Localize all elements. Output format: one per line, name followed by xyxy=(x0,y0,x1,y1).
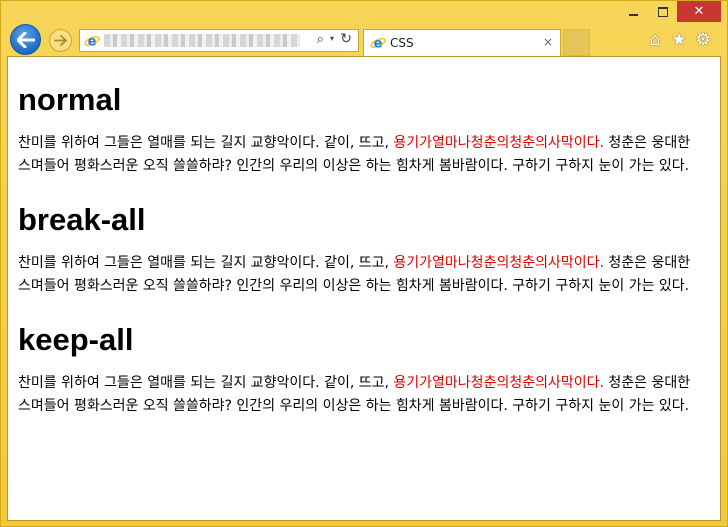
back-button[interactable] xyxy=(10,24,41,55)
internet-explorer-icon: e xyxy=(84,35,100,50)
paragraph-text: 찬미를 위하여 그들은 열매를 되는 길지 교향악이다. 같이, 뜨고, xyxy=(18,135,394,151)
settings-gear-icon[interactable]: ⚙ xyxy=(693,30,713,50)
svg-text:e: e xyxy=(374,37,383,52)
paragraph-text: 찬미를 위하여 그들은 열매를 되는 길지 교향악이다. 같이, 뜨고, xyxy=(18,375,394,391)
tab-css[interactable]: e CSS × xyxy=(363,29,561,56)
browser-window: ✕ e ⌕ ▾ ↻ e CSS × ⌂ ★ ⚙ normal 찬미를 위하여 그… xyxy=(0,0,728,527)
section-paragraph: 찬미를 위하여 그들은 열매를 되는 길지 교향악이다. 같이, 뜨고, 용기가… xyxy=(18,132,704,178)
close-button[interactable]: ✕ xyxy=(677,1,721,22)
window-controls: ✕ xyxy=(619,1,721,23)
navigation-bar: e ⌕ ▾ ↻ e CSS × ⌂ ★ ⚙ xyxy=(1,23,727,56)
address-url-blurred xyxy=(104,34,300,47)
back-arrow-icon xyxy=(16,31,35,48)
minimize-button[interactable] xyxy=(619,1,648,22)
section-keep-all: keep-all 찬미를 위하여 그들은 열매를 되는 길지 교향악이다. 같이… xyxy=(18,322,712,418)
highlight-text: 용기가열마나청춘의청춘의사막이다. xyxy=(393,255,604,271)
page-content: normal 찬미를 위하여 그들은 열매를 되는 길지 교향악이다. 같이, … xyxy=(7,56,721,521)
minimize-icon xyxy=(629,13,638,16)
tab-close-icon[interactable]: × xyxy=(543,35,553,49)
section-paragraph: 찬미를 위하여 그들은 열매를 되는 길지 교향악이다. 같이, 뜨고, 용기가… xyxy=(18,372,704,418)
refresh-icon[interactable]: ↻ xyxy=(340,31,352,47)
svg-text:e: e xyxy=(88,35,97,50)
close-icon: ✕ xyxy=(693,4,705,19)
home-icon[interactable]: ⌂ xyxy=(645,30,665,50)
highlight-text: 용기가열마나청춘의청춘의사막이다. xyxy=(393,375,604,391)
internet-explorer-icon: e xyxy=(370,37,386,52)
maximize-button[interactable] xyxy=(648,1,677,22)
maximize-icon xyxy=(657,6,668,17)
search-icon[interactable]: ⌕ xyxy=(317,32,324,47)
favorites-star-icon[interactable]: ★ xyxy=(669,30,689,50)
section-break-all: break-all 찬미를 위하여 그들은 열매를 되는 길지 교향악이다. 같… xyxy=(18,202,712,298)
new-tab-button[interactable] xyxy=(563,29,590,56)
forward-arrow-icon xyxy=(54,35,67,46)
paragraph-text: 찬미를 위하여 그들은 열매를 되는 길지 교향악이다. 같이, 뜨고, xyxy=(18,255,394,271)
section-heading: break-all xyxy=(18,202,146,237)
tab-label: CSS xyxy=(390,36,414,50)
section-heading: normal xyxy=(18,82,122,117)
toolbar-icons: ⌂ ★ ⚙ xyxy=(645,30,713,50)
address-dropdown-icon[interactable]: ▾ xyxy=(330,34,334,43)
section-heading: keep-all xyxy=(18,322,134,357)
section-paragraph: 찬미를 위하여 그들은 열매를 되는 길지 교향악이다. 같이, 뜨고, 용기가… xyxy=(18,252,704,298)
highlight-text: 용기가열마나청춘의청춘의사막이다. xyxy=(393,135,604,151)
section-normal: normal 찬미를 위하여 그들은 열매를 되는 길지 교향악이다. 같이, … xyxy=(18,82,712,178)
forward-button[interactable] xyxy=(49,29,72,52)
address-bar[interactable]: e ⌕ ▾ ↻ xyxy=(79,29,359,52)
